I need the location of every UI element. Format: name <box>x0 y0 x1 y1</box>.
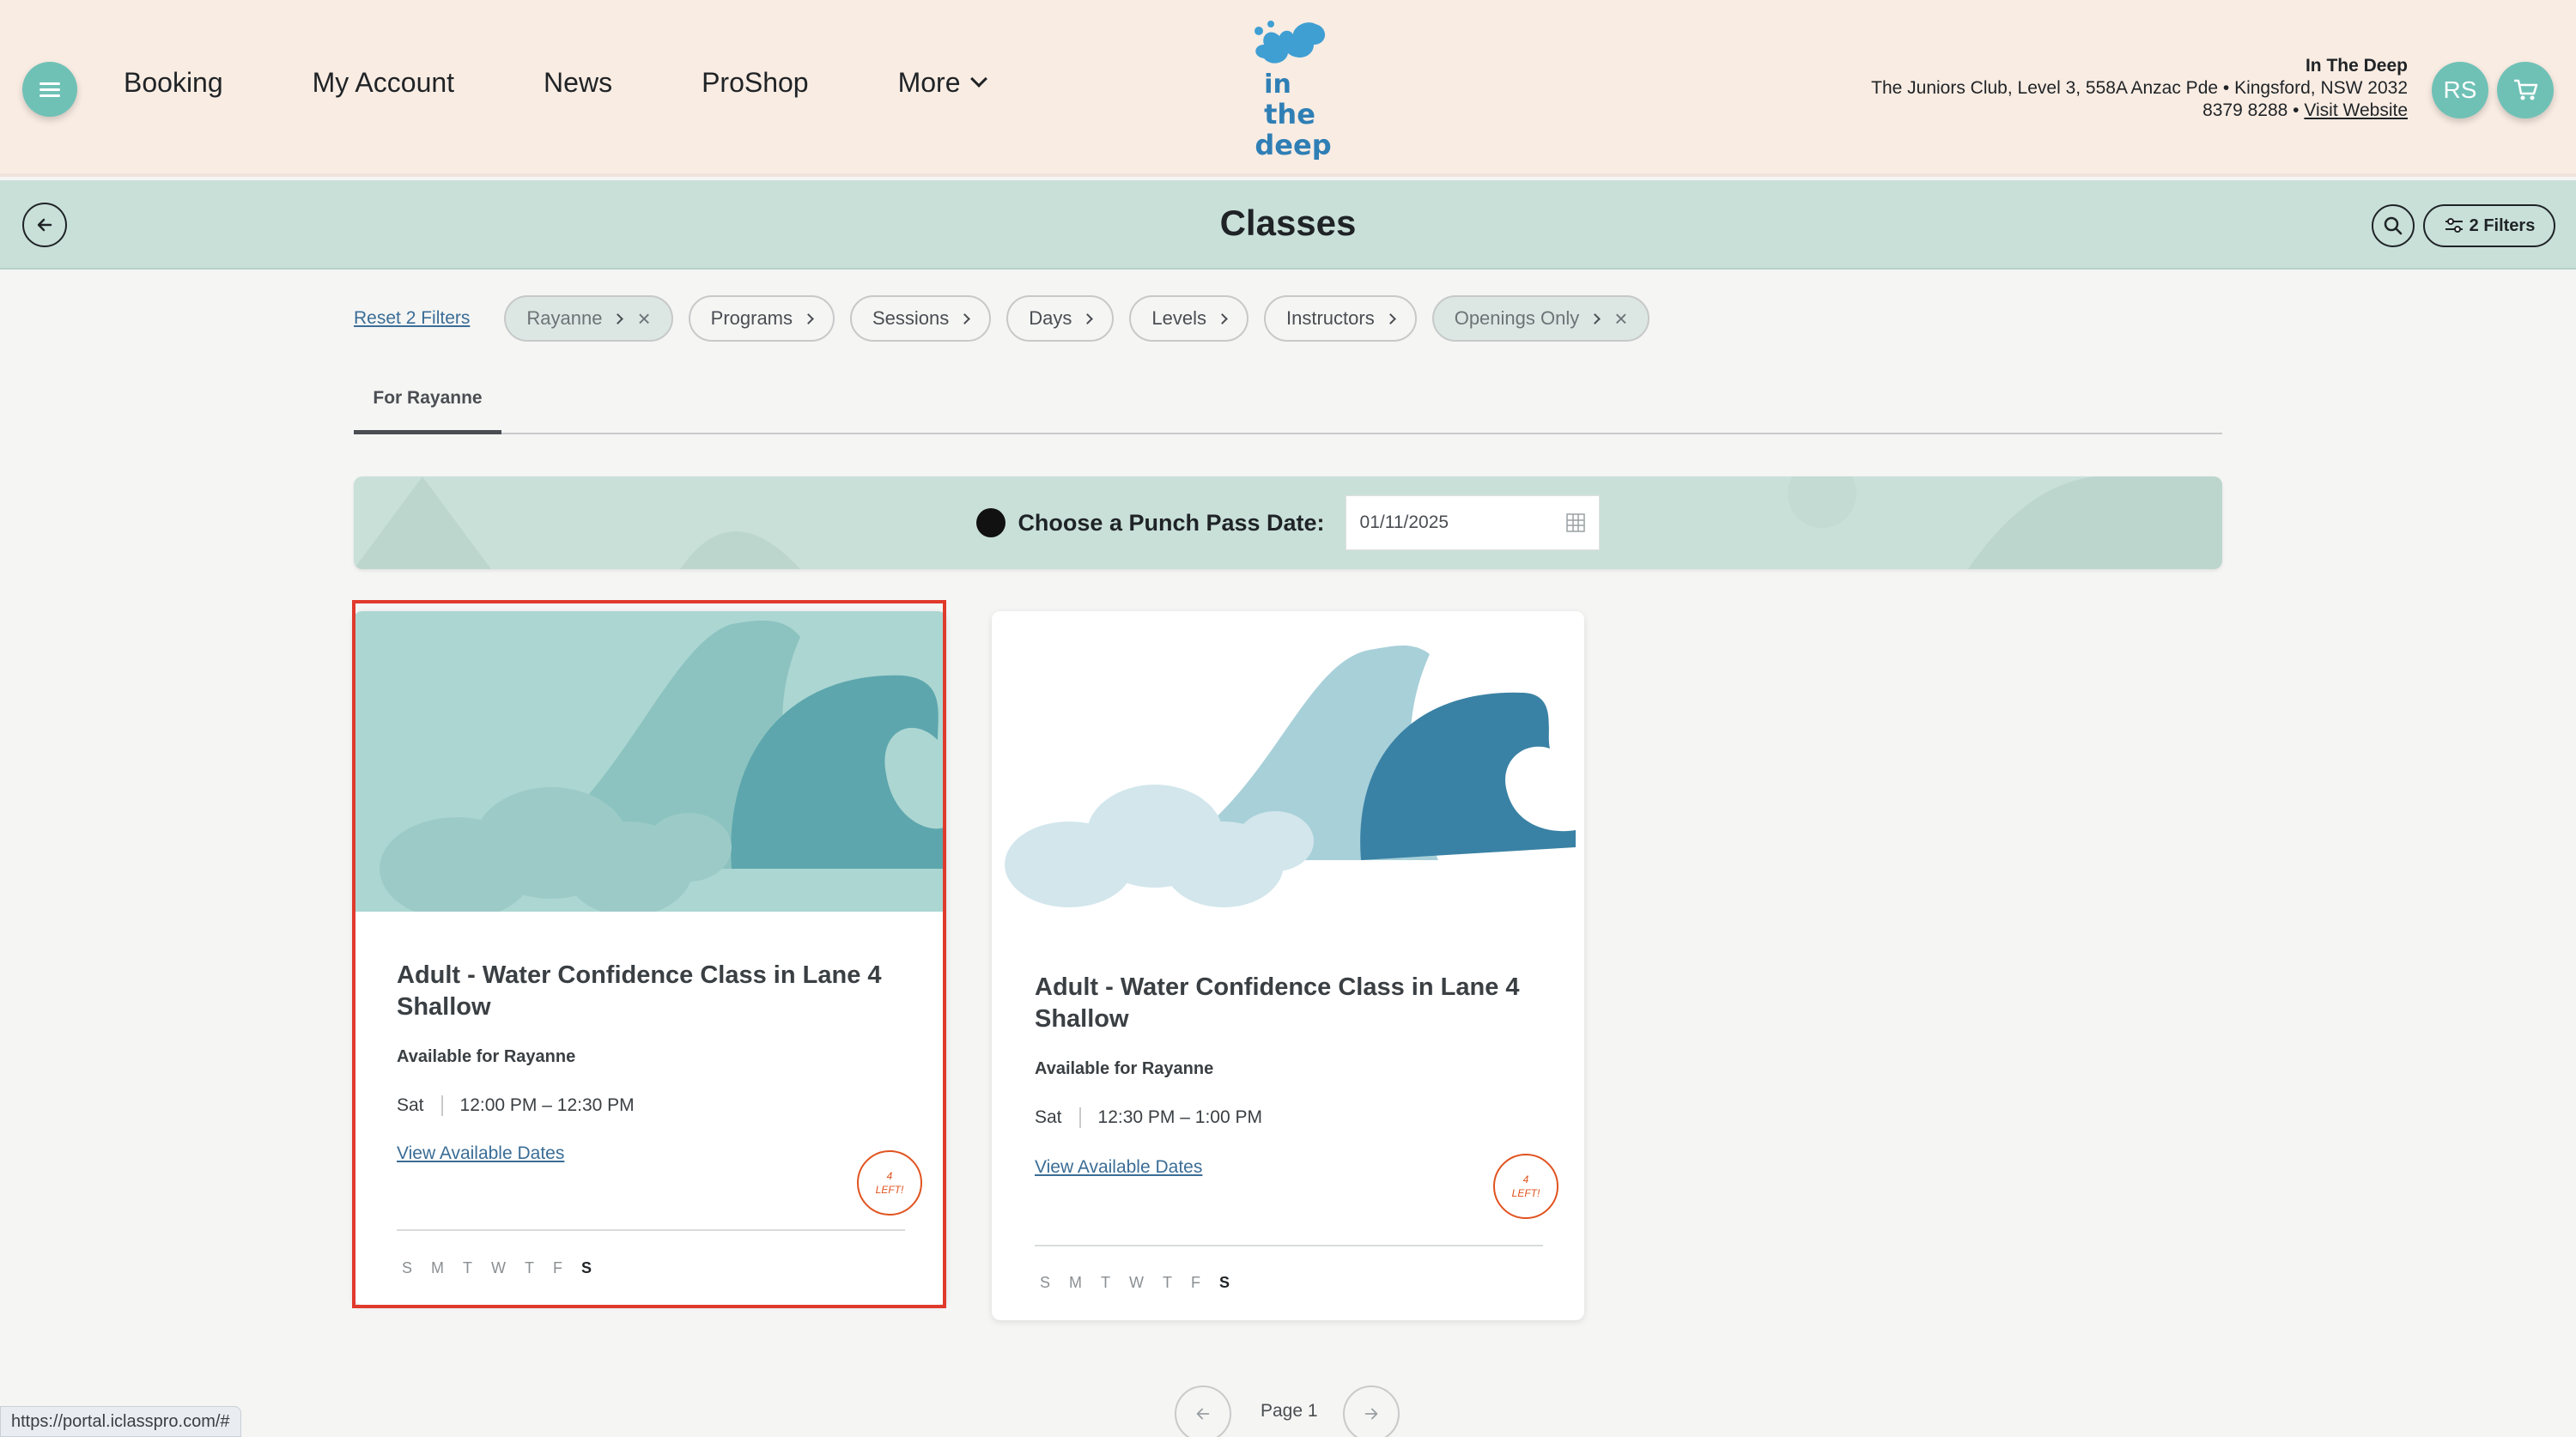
next-page-button[interactable] <box>1343 1385 1400 1437</box>
hamburger-icon <box>39 82 60 97</box>
weekday-wed: W <box>1129 1274 1145 1291</box>
search-icon <box>2384 216 2403 235</box>
logo-word-in: in <box>1264 70 1291 100</box>
class-time: 12:30 PM – 1:00 PM <box>1097 1107 1262 1127</box>
chevron-right-icon <box>803 312 814 324</box>
nav-proshop[interactable]: ProShop <box>702 67 809 99</box>
filter-chip-days[interactable]: Days <box>1006 295 1115 342</box>
filter-chip-levels[interactable]: Levels <box>1129 295 1249 342</box>
calendar-grid-icon[interactable] <box>1565 513 1585 532</box>
filter-chip-label: Sessions <box>872 307 950 329</box>
tab-for-rayanne[interactable]: For Rayanne <box>354 385 501 434</box>
view-available-dates-link[interactable]: View Available Dates <box>1035 1157 1202 1178</box>
schedule-divider <box>1078 1107 1081 1128</box>
nav-news-label: News <box>544 67 613 98</box>
weekday-thu: T <box>1163 1274 1173 1291</box>
filter-chip-student[interactable]: Rayanne × <box>504 295 673 342</box>
logo-word-the: the <box>1264 98 1315 130</box>
cart-icon <box>2514 79 2538 100</box>
class-availability: Available for Rayanne <box>1035 1059 1214 1078</box>
status-bar-url: https://portal.iclasspro.com/# <box>0 1406 241 1437</box>
filter-chip-label: Programs <box>710 307 793 329</box>
nav-booking-label: Booking <box>124 67 223 98</box>
filter-chip-label: Levels <box>1151 307 1206 329</box>
club-address: The Juniors Club, Level 3, 558A Anzac Pd… <box>1871 78 2408 98</box>
chevron-right-icon <box>959 312 971 324</box>
chevron-right-icon <box>1384 312 1396 324</box>
page-title: Classes <box>1219 203 1357 243</box>
class-day: Sat <box>1035 1107 1062 1127</box>
reset-filters-link[interactable]: Reset 2 Filters <box>354 308 470 329</box>
visit-website-link[interactable]: Visit Website <box>2304 100 2408 120</box>
site-header: Booking My Account News ProShop More in … <box>0 0 2576 177</box>
chevron-down-icon <box>969 70 987 88</box>
nav-more-label: More <box>897 67 961 98</box>
student-tabs: For Rayanne <box>354 385 2222 434</box>
arrow-left-icon <box>1196 1408 1210 1420</box>
chevron-right-icon <box>1589 312 1601 324</box>
club-info: In The Deep The Juniors Club, Level 3, 5… <box>1871 55 2408 122</box>
filters-button-label: 2 Filters <box>2469 215 2536 235</box>
nav-news[interactable]: News <box>544 67 612 99</box>
nav-my-account-label: My Account <box>312 67 455 98</box>
filter-chip-openings-only[interactable]: Openings Only × <box>1431 295 1650 342</box>
avatar[interactable]: RS <box>2432 62 2488 118</box>
class-card[interactable]: Adult - Water Confidence Class in Lane 4… <box>992 611 1584 1320</box>
punch-pass-icon <box>976 508 1006 537</box>
chevron-right-icon <box>612 312 624 324</box>
nav-proshop-label: ProShop <box>702 67 809 98</box>
filter-chip-label: Rayanne <box>526 307 603 329</box>
filter-chip-label: Openings Only <box>1454 307 1580 329</box>
spots-left-badge: 4 LEFT! <box>1493 1154 1558 1219</box>
sliders-icon <box>2445 218 2463 233</box>
page-indicator: Page 1 <box>1261 1401 1318 1421</box>
punch-pass-label: Choose a Punch Pass Date: <box>1018 509 1325 536</box>
weekday-mon: M <box>1069 1274 1083 1291</box>
punch-pass-content: Choose a Punch Pass Date: 01/11/2025 <box>354 495 2222 550</box>
nav-more[interactable]: More <box>897 67 987 99</box>
selection-highlight <box>352 600 946 1308</box>
punch-pass-banner: Choose a Punch Pass Date: 01/11/2025 <box>354 476 2222 569</box>
filter-chip-sessions[interactable]: Sessions <box>850 295 992 342</box>
in-the-deep-logo[interactable]: in the deep <box>1245 19 1340 160</box>
spots-left-label: LEFT! <box>1511 1187 1540 1199</box>
wave-illustration <box>992 611 1584 912</box>
previous-page-button[interactable] <box>1175 1385 1231 1437</box>
club-phone: 8379 8288 • <box>2202 100 2300 120</box>
close-icon[interactable]: × <box>1614 307 1627 330</box>
filter-bar: Reset 2 Filters Rayanne × Programs Sessio… <box>354 295 1665 342</box>
weekday-fri: F <box>1191 1274 1201 1291</box>
punch-pass-date-input[interactable]: 01/11/2025 <box>1345 495 1600 550</box>
spots-left-count: 4 <box>1522 1173 1529 1185</box>
class-title: Adult - Water Confidence Class in Lane 4… <box>1035 973 1520 1033</box>
club-contact: 8379 8288 • Visit Website <box>1871 100 2408 122</box>
main-nav: Booking My Account News ProShop More <box>124 67 1074 99</box>
close-icon[interactable]: × <box>637 307 650 330</box>
search-button[interactable] <box>2372 204 2415 247</box>
weekday-tue: T <box>1101 1274 1111 1291</box>
weekday-sun: S <box>1040 1274 1051 1291</box>
filter-chip-label: Instructors <box>1286 307 1375 329</box>
page-subheader: Classes 2 Filters <box>0 180 2576 270</box>
nav-my-account[interactable]: My Account <box>313 67 454 99</box>
weekday-sat: S <box>1219 1274 1230 1291</box>
arrow-right-icon <box>1364 1408 1378 1420</box>
menu-button[interactable] <box>22 62 77 117</box>
filter-chip-programs[interactable]: Programs <box>688 295 835 342</box>
chevron-right-icon <box>1217 312 1228 324</box>
club-name: In The Deep <box>2305 56 2408 76</box>
card-divider <box>1035 1245 1543 1246</box>
weekday-indicator: S M T W T F S <box>1040 1274 1249 1292</box>
cart-button[interactable] <box>2497 62 2554 118</box>
nav-booking[interactable]: Booking <box>124 67 223 99</box>
filter-chip-label: Days <box>1029 307 1072 329</box>
logo-word-deep: deep <box>1255 129 1331 160</box>
punch-pass-date-value: 01/11/2025 <box>1359 512 1449 532</box>
filter-chip-instructors[interactable]: Instructors <box>1264 295 1417 342</box>
class-schedule: Sat 12:30 PM – 1:00 PM <box>1035 1107 1262 1128</box>
chevron-right-icon <box>1082 312 1094 324</box>
filters-button[interactable]: 2 Filters <box>2423 204 2555 247</box>
